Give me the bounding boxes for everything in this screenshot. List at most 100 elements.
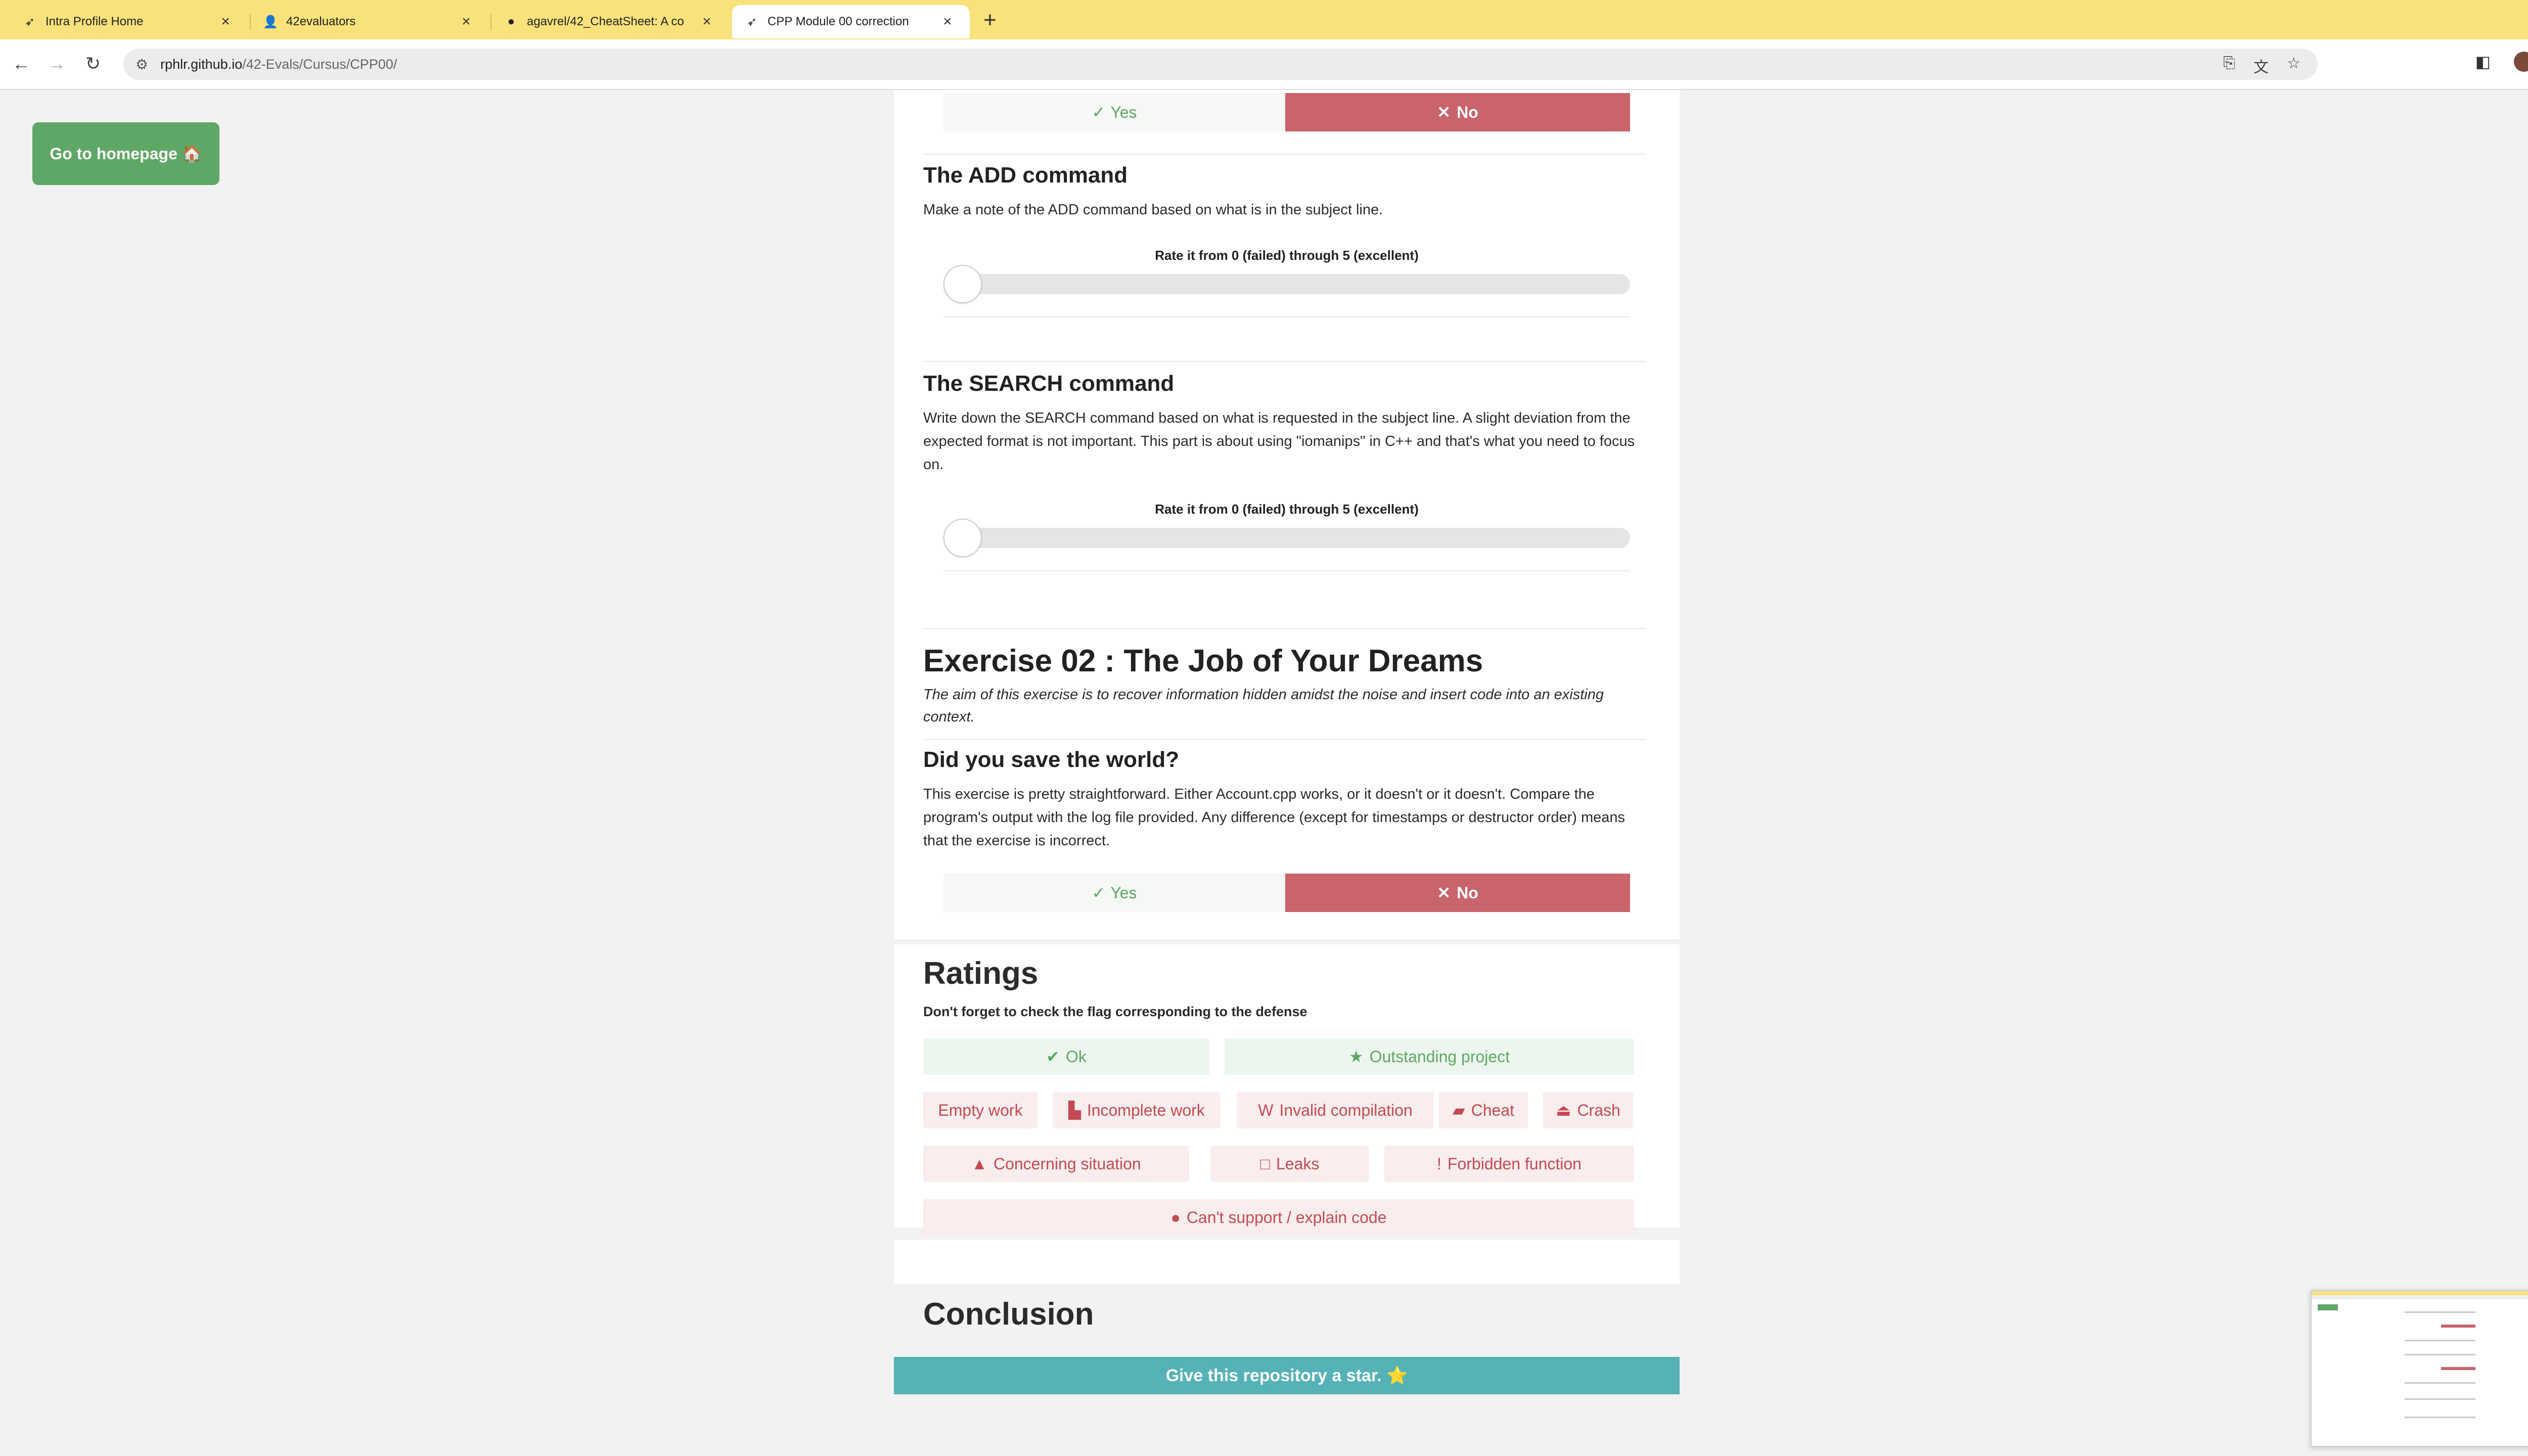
yes-button[interactable]: ✓ Yes bbox=[943, 874, 1285, 912]
speech-bubble-icon: ● bbox=[1170, 1208, 1181, 1226]
conclusion-card bbox=[894, 1240, 1680, 1284]
search-command-text: Write down the SEARCH command based on w… bbox=[923, 410, 1635, 473]
yes-button[interactable]: ✓ Yes bbox=[943, 93, 1285, 131]
yes-no-toggle: ✓ Yes ✕ No bbox=[943, 93, 1630, 131]
tab-strip: ➶ Intra Profile Home × 👤 42evaluators × … bbox=[0, 0, 2528, 39]
exercise-02-aim: The aim of this exercise is to recover i… bbox=[923, 687, 1604, 725]
divider bbox=[923, 628, 1646, 629]
flag-crash-button[interactable]: ⏏ Crash bbox=[1543, 1092, 1633, 1128]
bookmark-star-icon[interactable]: ☆ bbox=[2287, 55, 2300, 77]
github-icon: ● bbox=[507, 15, 515, 28]
save-the-world-title: Did you save the world? bbox=[923, 747, 1180, 772]
preview-no-bar bbox=[2441, 1325, 2475, 1328]
address-bar[interactable]: ⚙ rphlr.github.io/42-Evals/Cursus/CPP00/… bbox=[123, 49, 2318, 80]
rate-label: Rate it from 0 (failed) through 5 (excel… bbox=[1155, 502, 1419, 517]
square-icon: □ bbox=[1260, 1154, 1270, 1173]
file-icon: ▙ bbox=[1068, 1101, 1081, 1119]
flag-label: Ok bbox=[1065, 1047, 1087, 1066]
url-host: rphlr.github.io bbox=[160, 56, 243, 72]
flag-outstanding-button[interactable]: ★ Outstanding project bbox=[1225, 1038, 1634, 1075]
save-the-world-text: This exercise is pretty straightforward.… bbox=[923, 786, 1625, 849]
flag-empty-work-button[interactable]: Empty work bbox=[923, 1092, 1037, 1128]
evaluator-icon: 👤 bbox=[263, 15, 278, 29]
crash-icon: ⏏ bbox=[1556, 1101, 1571, 1119]
conclusion-title: Conclusion bbox=[923, 1297, 1094, 1332]
go-to-homepage-button[interactable]: Go to homepage 🏠 bbox=[32, 122, 219, 185]
browser-toolbar: ← → ↻ ⚙ rphlr.github.io/42-Evals/Cursus/… bbox=[0, 39, 2528, 90]
install-app-icon[interactable]: ⎘ bbox=[2223, 55, 2235, 77]
tab-title: Intra Profile Home bbox=[46, 15, 144, 28]
preview-toolbar bbox=[2312, 1295, 2528, 1299]
tab-intra-profile-home[interactable]: ➶ Intra Profile Home × bbox=[10, 5, 248, 38]
no-button[interactable]: ✕ No bbox=[1285, 93, 1630, 131]
translate-icon[interactable]: 文 bbox=[2253, 55, 2269, 77]
forward-arrow-icon[interactable]: → bbox=[43, 51, 70, 77]
42-logo-icon: ➶ bbox=[24, 15, 35, 29]
tab-title: CPP Module 00 correction bbox=[768, 15, 909, 28]
exclamation-icon: ! bbox=[1437, 1154, 1441, 1173]
close-icon[interactable]: × bbox=[937, 13, 958, 30]
side-panel-icon[interactable]: ◧ bbox=[2475, 52, 2491, 71]
preview-no-bar bbox=[2441, 1367, 2475, 1370]
preview-line bbox=[2405, 1311, 2475, 1313]
chat-icon: ▰ bbox=[1453, 1101, 1465, 1119]
add-command-title: The ADD command bbox=[923, 163, 1128, 188]
close-icon[interactable]: × bbox=[215, 13, 236, 30]
tab-cheatsheet[interactable]: ● agavrel/42_CheatSheet: A co × bbox=[491, 5, 729, 38]
no-label: No bbox=[1457, 103, 1478, 121]
tab-title: agavrel/42_CheatSheet: A co bbox=[527, 15, 684, 28]
w-icon: W bbox=[1258, 1101, 1274, 1119]
yes-label: Yes bbox=[1110, 103, 1137, 121]
no-button[interactable]: ✕ No bbox=[1285, 874, 1630, 912]
close-icon[interactable]: × bbox=[697, 13, 717, 30]
preview-tabbar bbox=[2312, 1291, 2528, 1295]
add-command-text: Make a note of the ADD command based on … bbox=[923, 202, 1383, 218]
add-rating-slider[interactable] bbox=[943, 274, 1630, 294]
slider-thumb[interactable] bbox=[943, 519, 982, 557]
preview-line bbox=[2405, 1398, 2475, 1400]
flag-label: Can't support / explain code bbox=[1186, 1208, 1387, 1226]
divider bbox=[923, 739, 1646, 740]
flag-ok-button[interactable]: ✔ Ok bbox=[923, 1038, 1209, 1075]
back-arrow-icon[interactable]: ← bbox=[8, 51, 34, 77]
divider bbox=[923, 361, 1646, 362]
flag-label: Outstanding project bbox=[1369, 1047, 1510, 1066]
check-icon: ✔ bbox=[1046, 1048, 1060, 1066]
flag-label: Leaks bbox=[1276, 1154, 1320, 1173]
preview-line bbox=[2405, 1340, 2475, 1341]
search-rating-slider[interactable] bbox=[943, 528, 1630, 548]
flag-label: Crash bbox=[1577, 1101, 1620, 1119]
profile-avatar[interactable] bbox=[2514, 52, 2528, 72]
star-repository-banner[interactable]: Give this repository a star. ⭐ bbox=[894, 1357, 1680, 1394]
flag-leaks-button[interactable]: □ Leaks bbox=[1210, 1146, 1369, 1182]
flag-concerning-situation-button[interactable]: ▲ Concerning situation bbox=[923, 1146, 1189, 1182]
exercise-02-title: Exercise 02 : The Job of Your Dreams bbox=[923, 644, 1483, 678]
no-label: No bbox=[1457, 883, 1478, 902]
flag-forbidden-function-button[interactable]: ! Forbidden function bbox=[1384, 1146, 1634, 1182]
site-info-icon[interactable]: ⚙ bbox=[136, 56, 148, 73]
ratings-title: Ratings bbox=[923, 956, 1039, 991]
yes-label: Yes bbox=[1110, 883, 1137, 902]
slider-thumb[interactable] bbox=[943, 265, 982, 303]
preview-line bbox=[2405, 1417, 2475, 1418]
page-thumbnail-preview[interactable] bbox=[2311, 1290, 2528, 1447]
flag-cant-support-button[interactable]: ● Can't support / explain code bbox=[923, 1199, 1634, 1236]
x-icon: ✕ bbox=[1437, 884, 1451, 902]
tab-cpp-module-00[interactable]: ➶ CPP Module 00 correction × bbox=[732, 5, 970, 38]
preview-line bbox=[2405, 1382, 2475, 1384]
reload-icon[interactable]: ↻ bbox=[80, 51, 106, 77]
tab-42evaluators[interactable]: 👤 42evaluators × bbox=[251, 5, 488, 38]
x-icon: ✕ bbox=[1437, 103, 1451, 121]
new-tab-button[interactable]: + bbox=[976, 6, 1004, 34]
flag-incomplete-work-button[interactable]: ▙ Incomplete work bbox=[1053, 1092, 1221, 1128]
flag-label: Invalid compilation bbox=[1279, 1101, 1413, 1119]
flag-invalid-compilation-button[interactable]: W Invalid compilation bbox=[1237, 1092, 1434, 1128]
preview-line bbox=[2405, 1354, 2475, 1355]
divider bbox=[923, 154, 1646, 155]
close-icon[interactable]: × bbox=[456, 13, 476, 30]
flag-label: Concerning situation bbox=[993, 1154, 1141, 1173]
yes-no-toggle: ✓ Yes ✕ No bbox=[943, 874, 1630, 912]
check-icon: ✓ bbox=[1092, 103, 1106, 121]
flag-cheat-button[interactable]: ▰ Cheat bbox=[1439, 1092, 1528, 1128]
star-icon: ★ bbox=[1348, 1048, 1364, 1066]
